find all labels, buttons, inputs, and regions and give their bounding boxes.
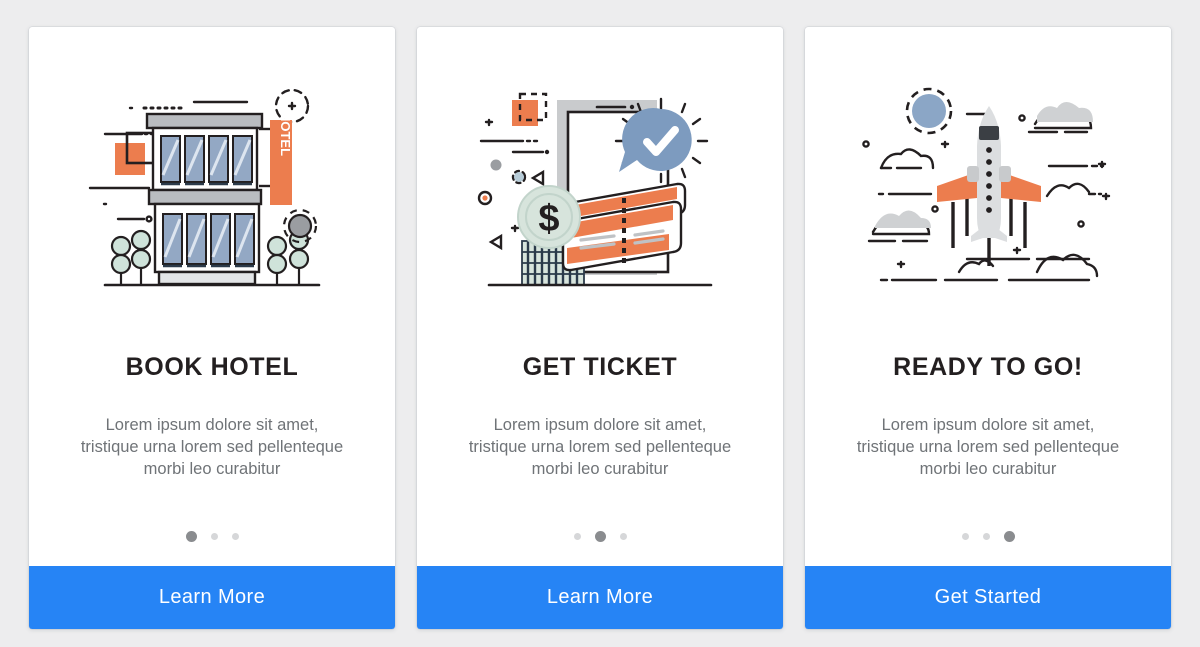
pagination-dots xyxy=(417,531,783,542)
ticket-illustration-area: $ xyxy=(417,27,783,347)
pagination-dots xyxy=(29,531,395,542)
pagination-dot-1[interactable] xyxy=(185,531,197,542)
get-started-button[interactable]: Get Started xyxy=(805,566,1171,629)
learn-more-button[interactable]: Learn More xyxy=(417,566,783,629)
ticket-payment-illustration: $ xyxy=(477,92,713,287)
hotel-sign-label: HOTEL xyxy=(278,112,293,156)
dollar-symbol: $ xyxy=(538,198,559,240)
hotel-illustration-area: HOTEL xyxy=(29,27,395,347)
airplane-illustration-area xyxy=(805,27,1171,347)
card-title: BOOK HOTEL xyxy=(125,353,299,381)
pagination-dot-2[interactable] xyxy=(210,533,218,540)
card-body-text: Lorem ipsum dolore sit amet, tristique u… xyxy=(856,416,1120,478)
airplane-takeoff-illustration xyxy=(862,87,1111,281)
pagination-dot-1[interactable] xyxy=(961,533,969,540)
onboarding-screens-row: HOTEL BOOK HOTEL Lorem ipsum dolore sit … xyxy=(0,0,1200,647)
onboarding-card-book-hotel: HOTEL BOOK HOTEL Lorem ipsum dolore sit … xyxy=(29,27,395,629)
card-title: READY TO GO! xyxy=(893,353,1083,381)
hotel-building-illustration: HOTEL xyxy=(88,88,321,287)
pagination-dot-2[interactable] xyxy=(594,531,606,542)
onboarding-card-ready-to-go: READY TO GO! Lorem ipsum dolore sit amet… xyxy=(805,27,1171,629)
onboarding-card-get-ticket: $ GET TICKET Lorem ipsum dolore sit amet… xyxy=(417,27,783,629)
pagination-dots xyxy=(805,531,1171,542)
card-title: GET TICKET xyxy=(522,353,678,381)
card-body-text: Lorem ipsum dolore sit amet, tristique u… xyxy=(80,416,344,478)
pagination-dot-3[interactable] xyxy=(231,533,239,540)
pagination-dot-2[interactable] xyxy=(982,533,990,540)
pagination-dot-3[interactable] xyxy=(1003,531,1015,542)
pagination-dot-3[interactable] xyxy=(619,533,627,540)
learn-more-button[interactable]: Learn More xyxy=(29,566,395,629)
pagination-dot-1[interactable] xyxy=(573,533,581,540)
card-body-text: Lorem ipsum dolore sit amet, tristique u… xyxy=(468,416,732,478)
